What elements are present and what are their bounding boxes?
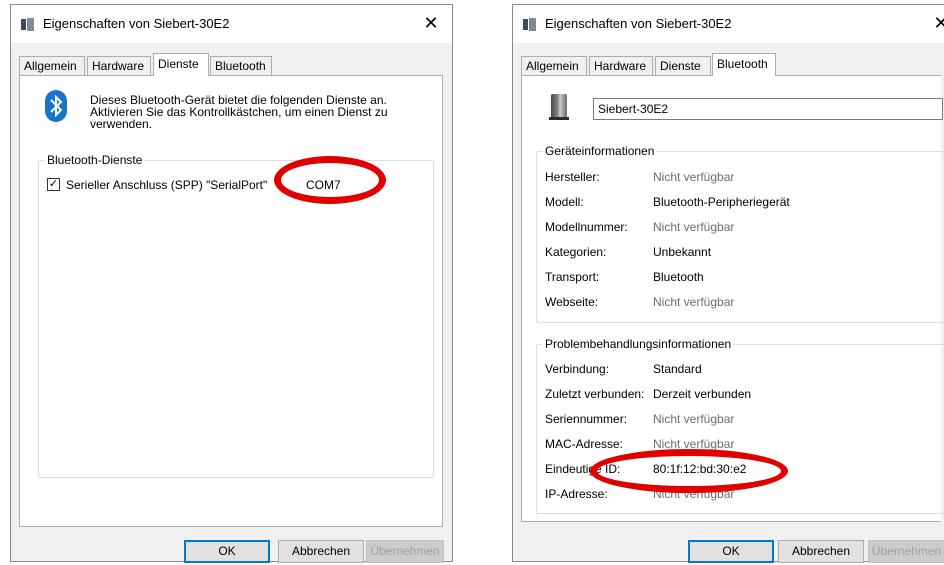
info-label: Zuletzt verbunden: xyxy=(545,387,645,401)
info-value: Standard xyxy=(653,362,702,376)
services-panel: Dieses Bluetooth-Gerät bietet die folgen… xyxy=(19,75,443,527)
properties-dialog-services: Eigenschaften von Siebert-30E2 ✕ Allgeme… xyxy=(10,4,453,563)
info-value: Bluetooth-Peripheriegerät xyxy=(653,195,790,209)
info-label: MAC-Adresse: xyxy=(545,437,624,451)
bluetooth-icon xyxy=(45,90,67,122)
tab-bluetooth[interactable]: Bluetooth xyxy=(210,56,272,75)
services-description: Dieses Bluetooth-Gerät bietet die folgen… xyxy=(90,93,388,131)
info-label: Webseite: xyxy=(545,295,599,309)
tab-hardware[interactable]: Hardware xyxy=(589,56,653,75)
cancel-button[interactable]: Abbrechen xyxy=(778,540,864,563)
info-label: Kategorien: xyxy=(545,245,607,259)
info-value: Bluetooth xyxy=(653,270,704,284)
highlight-ellipse-com-port xyxy=(274,156,386,204)
properties-dialog-bluetooth: Eigenschaften von Siebert-30E2 ✕ Allgeme… xyxy=(512,4,944,563)
info-label: Modell: xyxy=(545,195,584,209)
info-value: Derzeit verbunden xyxy=(653,387,752,401)
info-label: Hersteller: xyxy=(545,170,600,184)
ok-button[interactable]: OK xyxy=(688,540,774,563)
info-value: Nicht verfügbar xyxy=(653,170,735,184)
title-bar[interactable]: Eigenschaften von Siebert-30E2 ✕ xyxy=(11,5,452,43)
device-icon xyxy=(549,94,569,120)
device-name-field[interactable] xyxy=(593,98,943,120)
tab-allgemein[interactable]: Allgemein xyxy=(19,56,85,75)
info-label: Verbindung: xyxy=(545,362,610,376)
info-value: Nicht verfügbar xyxy=(653,295,735,309)
tab-dienste[interactable]: Dienste xyxy=(153,53,209,76)
info-label: Transport: xyxy=(545,270,600,284)
tab-bluetooth[interactable]: Bluetooth xyxy=(712,53,776,76)
group-label-device-info: Geräteinformationen xyxy=(543,144,657,158)
tab-allgemein[interactable]: Allgemein xyxy=(521,56,587,75)
info-value: Nicht verfügbar xyxy=(653,220,735,234)
info-value: Nicht verfügbar xyxy=(653,412,735,426)
apply-button[interactable]: Übernehmen xyxy=(366,540,444,563)
window-title: Eigenschaften von Siebert-30E2 xyxy=(545,16,732,31)
bluetooth-services-group: Bluetooth-Dienste ✓ Serieller Anschluss … xyxy=(38,153,434,478)
device-properties-icon xyxy=(21,18,35,31)
highlight-ellipse-unique-id xyxy=(590,449,788,493)
tab-hardware[interactable]: Hardware xyxy=(87,56,151,75)
info-value: Unbekannt xyxy=(653,245,712,259)
service-label: Serieller Anschluss (SPP) "SerialPort" xyxy=(66,178,268,192)
service-checkbox[interactable]: ✓ xyxy=(47,178,60,191)
apply-button[interactable]: Übernehmen xyxy=(868,540,944,563)
close-button[interactable]: ✕ xyxy=(416,9,446,37)
tab-dienste[interactable]: Dienste xyxy=(655,56,711,75)
info-label: Modellnummer: xyxy=(545,220,628,234)
info-label: IP-Adresse: xyxy=(545,487,608,501)
ok-button[interactable]: OK xyxy=(184,540,270,563)
info-label: Seriennummer: xyxy=(545,412,628,426)
group-label-troubleshooting: Problembehandlungsinformationen xyxy=(543,337,734,351)
group-label-services: Bluetooth-Dienste xyxy=(45,153,145,167)
cancel-button[interactable]: Abbrechen xyxy=(278,540,364,563)
title-bar[interactable]: Eigenschaften von Siebert-30E2 ✕ xyxy=(513,5,944,43)
close-button[interactable]: ✕ xyxy=(926,9,944,37)
window-title: Eigenschaften von Siebert-30E2 xyxy=(43,16,230,31)
device-properties-icon xyxy=(523,18,537,31)
bluetooth-panel: Geräteinformationen Hersteller: Nicht ve… xyxy=(521,75,944,522)
